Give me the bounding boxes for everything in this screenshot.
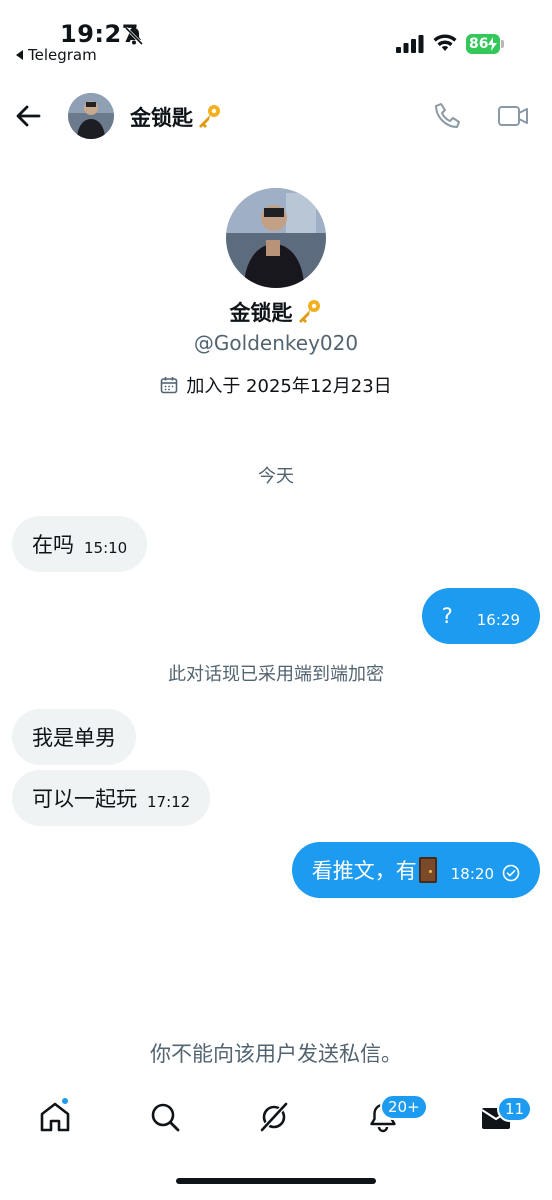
key-emoji-icon	[298, 300, 320, 323]
message-time: 15:10	[84, 539, 128, 557]
bell-off-icon	[124, 26, 144, 46]
messages-badge: 11	[497, 1096, 533, 1122]
joined-date: 加入于 2025年12月23日	[0, 372, 552, 398]
back-arrow-icon[interactable]	[14, 102, 42, 130]
read-check-icon	[502, 864, 520, 882]
battery-level: 86	[469, 36, 489, 52]
message-bubble-incoming[interactable]: 可以一起玩 17:12	[12, 770, 211, 826]
message-text: 可以一起玩	[32, 787, 137, 811]
chat-header: 金锁匙	[0, 80, 552, 152]
battery-indicator: 86	[466, 34, 504, 54]
message-time: 17:12	[147, 793, 191, 811]
video-call-icon[interactable]	[497, 102, 529, 130]
header-avatar[interactable]	[68, 93, 114, 139]
joined-date-text: 加入于 2025年12月23日	[186, 376, 392, 397]
day-separator: 今天	[258, 466, 294, 487]
profile-handle[interactable]: @Goldenkey020	[0, 331, 552, 355]
avatar-image	[68, 93, 114, 139]
message-bubble-outgoing[interactable]: ? 16:29	[421, 588, 540, 644]
back-app-label: Telegram	[28, 46, 97, 64]
message-text: 看推文，有	[311, 859, 417, 883]
wifi-icon	[433, 34, 457, 51]
cellular-signal-icon	[396, 35, 424, 53]
profile-name: 金锁匙	[0, 297, 552, 327]
encryption-notice: 此对话现已采用端到端加密	[168, 664, 384, 685]
door-emoji-icon	[418, 857, 437, 883]
message-text: 在吗	[32, 533, 74, 557]
phone-call-icon[interactable]	[433, 101, 463, 131]
header-contact-name[interactable]: 金锁匙	[130, 102, 223, 132]
message-time: 16:29	[476, 611, 520, 629]
message-bubble-outgoing[interactable]: 看推文，有 18:20	[291, 842, 540, 898]
back-triangle-icon	[16, 50, 23, 60]
profile-avatar[interactable]	[226, 188, 326, 288]
charging-bolt-icon	[488, 37, 498, 51]
header-name-text: 金锁匙	[130, 106, 193, 130]
message-text: 我是单男	[32, 726, 116, 750]
key-emoji-icon	[199, 105, 220, 128]
message-time: 18:20	[450, 865, 494, 883]
home-indicator	[176, 1178, 376, 1184]
home-unread-dot	[60, 1096, 70, 1106]
grok-icon[interactable]	[257, 1100, 291, 1134]
chat-screen: 19:27 Telegram 86 金锁匙 金锁匙 @Goldenkey020 …	[0, 0, 552, 1200]
message-text: ?	[441, 604, 453, 628]
status-bar: 19:27 Telegram 86	[0, 0, 552, 72]
battery-cap	[501, 40, 504, 48]
bottom-nav: 20+ 11	[0, 1088, 552, 1148]
profile-avatar-image	[226, 188, 326, 288]
notifications-badge: 20+	[380, 1094, 428, 1120]
message-bubble-incoming[interactable]: 在吗 15:10	[12, 516, 148, 572]
back-to-app-link[interactable]: Telegram	[16, 46, 97, 64]
profile-name-text: 金锁匙	[229, 301, 293, 325]
cannot-message-notice: 你不能向该用户发送私信。	[150, 1042, 402, 1066]
search-icon[interactable]	[148, 1100, 182, 1134]
message-bubble-incoming[interactable]: 我是单男	[12, 709, 136, 765]
calendar-icon	[161, 377, 178, 394]
